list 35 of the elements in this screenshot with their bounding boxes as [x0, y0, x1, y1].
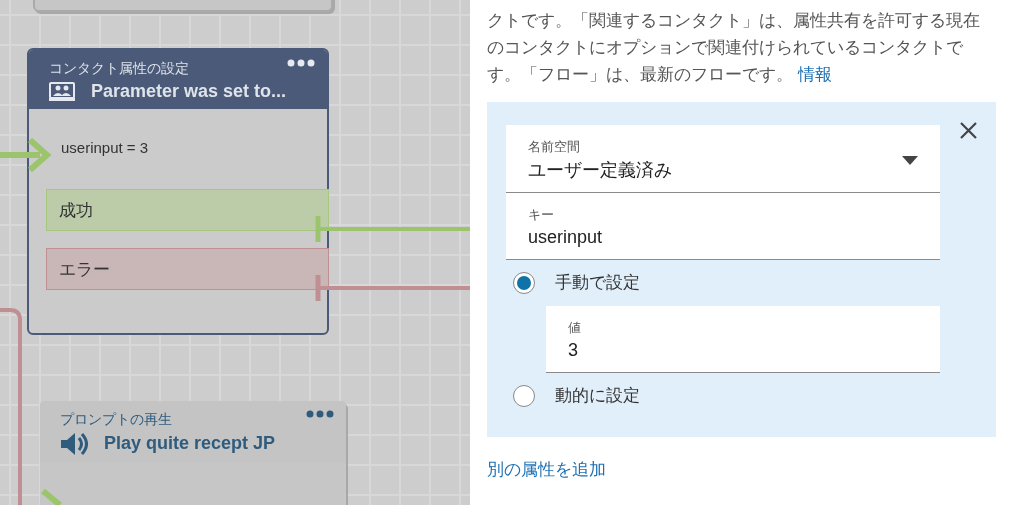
field-value: userinput — [528, 226, 604, 249]
info-link[interactable]: 情報 — [797, 65, 832, 84]
people-icon — [49, 81, 75, 102]
field-label: 値 — [568, 318, 582, 337]
branch-output[interactable]: エラー — [46, 248, 329, 291]
add-attribute-link[interactable]: 別の属性を追加 — [487, 456, 606, 482]
field-value: ユーザー定義済み — [528, 158, 673, 182]
namespace-dropdown[interactable]: 名前空間 ユーザー定義済み — [506, 125, 940, 193]
field-label: キー — [528, 205, 555, 224]
block-type-label: プロンプトの再生 — [60, 410, 172, 429]
speaker-icon — [60, 431, 88, 457]
connector-line[interactable] — [315, 275, 470, 301]
radio-option[interactable]: 動的に設定 — [506, 373, 940, 419]
description-text: クトです。「関連するコンタクト」は、属性共有を許可する現在のコンタクトにオプションで関連付けられているコンタクトです。「フロー」は、最新のフローです。 情報 — [487, 10, 981, 86]
close-button[interactable] — [960, 122, 977, 139]
key-field[interactable]: キー userinput — [506, 192, 940, 260]
more-icon[interactable] — [306, 410, 334, 418]
radio-label: 手動で設定 — [555, 272, 640, 294]
block-title: Play quite recept JP — [104, 432, 276, 456]
flow-block[interactable]: コンタクト属性の設定 Parameter was set to... userinput = 3 成功 エラー — [27, 48, 329, 335]
branch-output[interactable]: 成功 — [46, 189, 329, 232]
value-field[interactable]: 値 3 — [546, 305, 940, 373]
block-type-label: コンタクト属性の設定 — [49, 59, 189, 78]
caret-icon — [902, 155, 918, 165]
radio-option[interactable]: 手動で設定 — [506, 260, 940, 306]
connector-line[interactable] — [0, 308, 22, 505]
radio-button[interactable] — [513, 384, 535, 407]
radio-label: 動的に設定 — [555, 385, 640, 407]
flow-block[interactable]: プロンプトの再生 Play quite recept JP — [40, 401, 346, 505]
block-parameter: userinput = 3 — [60, 138, 150, 159]
field-label: 名前空間 — [528, 138, 581, 156]
more-icon[interactable] — [287, 59, 315, 67]
block-title: Parameter was set to... — [91, 80, 288, 103]
field-value: 3 — [568, 339, 579, 362]
radio-button[interactable] — [513, 271, 535, 294]
